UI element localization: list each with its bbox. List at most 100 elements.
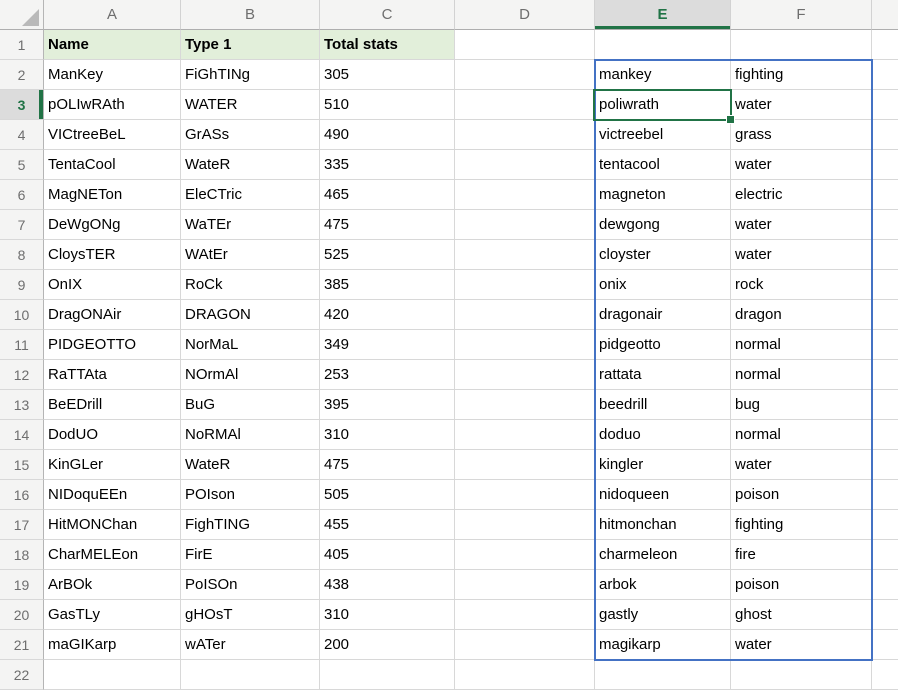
cell-D16[interactable] [455, 480, 595, 510]
cell-B11[interactable]: NorMaL [181, 330, 320, 360]
cell-F9[interactable]: rock [731, 270, 872, 300]
cell-F17[interactable]: fighting [731, 510, 872, 540]
cell-A22[interactable] [44, 660, 181, 690]
cell-D19[interactable] [455, 570, 595, 600]
row-header-22[interactable]: 22 [0, 660, 44, 690]
cell-A19[interactable]: ArBOk [44, 570, 181, 600]
cell-A11[interactable]: PIDGEOTTO [44, 330, 181, 360]
row-header-7[interactable]: 7 [0, 210, 44, 240]
cell-E21[interactable]: magikarp [595, 630, 731, 660]
cell-C8[interactable]: 525 [320, 240, 455, 270]
cell-F16[interactable]: poison [731, 480, 872, 510]
cell-F5[interactable]: water [731, 150, 872, 180]
cell-D11[interactable] [455, 330, 595, 360]
column-header-a[interactable]: A [44, 0, 181, 30]
active-cell-border[interactable] [593, 89, 732, 121]
cell-D20[interactable] [455, 600, 595, 630]
cell-A1[interactable]: Name [44, 30, 181, 60]
row-header-17[interactable]: 17 [0, 510, 44, 540]
cell-B14[interactable]: NoRMAl [181, 420, 320, 450]
cell-F1[interactable] [731, 30, 872, 60]
cell-F12[interactable]: normal [731, 360, 872, 390]
cell-D5[interactable] [455, 150, 595, 180]
cell-C16[interactable]: 505 [320, 480, 455, 510]
cell-B9[interactable]: RoCk [181, 270, 320, 300]
row-header-8[interactable]: 8 [0, 240, 44, 270]
cell-C15[interactable]: 475 [320, 450, 455, 480]
cell-D2[interactable] [455, 60, 595, 90]
cell-F13[interactable]: bug [731, 390, 872, 420]
column-header-d[interactable]: D [455, 0, 595, 30]
cell-E5[interactable]: tentacool [595, 150, 731, 180]
cell-F15[interactable]: water [731, 450, 872, 480]
cell-B2[interactable]: FiGhTINg [181, 60, 320, 90]
cell-A16[interactable]: NIDoquEEn [44, 480, 181, 510]
cell-A10[interactable]: DragONAir [44, 300, 181, 330]
cell-A3[interactable]: pOLIwRAth [44, 90, 181, 120]
cell-B15[interactable]: WateR [181, 450, 320, 480]
cell-C20[interactable]: 310 [320, 600, 455, 630]
cell-A9[interactable]: OnIX [44, 270, 181, 300]
cell-E2[interactable]: mankey [595, 60, 731, 90]
row-header-19[interactable]: 19 [0, 570, 44, 600]
cell-A15[interactable]: KinGLer [44, 450, 181, 480]
cell-D7[interactable] [455, 210, 595, 240]
cell-D22[interactable] [455, 660, 595, 690]
cell-F18[interactable]: fire [731, 540, 872, 570]
cell-D18[interactable] [455, 540, 595, 570]
cell-E15[interactable]: kingler [595, 450, 731, 480]
column-header-b[interactable]: B [181, 0, 320, 30]
cell-A2[interactable]: ManKey [44, 60, 181, 90]
cell-C2[interactable]: 305 [320, 60, 455, 90]
cell-B8[interactable]: WAtEr [181, 240, 320, 270]
cell-C14[interactable]: 310 [320, 420, 455, 450]
cell-A14[interactable]: DodUO [44, 420, 181, 450]
cell-E1[interactable] [595, 30, 731, 60]
cell-C9[interactable]: 385 [320, 270, 455, 300]
cell-E10[interactable]: dragonair [595, 300, 731, 330]
column-header-e[interactable]: E [595, 0, 731, 30]
cell-E11[interactable]: pidgeotto [595, 330, 731, 360]
cell-C17[interactable]: 455 [320, 510, 455, 540]
row-header-12[interactable]: 12 [0, 360, 44, 390]
cell-B13[interactable]: BuG [181, 390, 320, 420]
cell-A12[interactable]: RaTTAta [44, 360, 181, 390]
column-header-c[interactable]: C [320, 0, 455, 30]
cell-C10[interactable]: 420 [320, 300, 455, 330]
row-header-15[interactable]: 15 [0, 450, 44, 480]
cell-B1[interactable]: Type 1 [181, 30, 320, 60]
cell-D14[interactable] [455, 420, 595, 450]
cell-F19[interactable]: poison [731, 570, 872, 600]
row-header-13[interactable]: 13 [0, 390, 44, 420]
cell-B19[interactable]: PoISOn [181, 570, 320, 600]
cell-D13[interactable] [455, 390, 595, 420]
row-header-20[interactable]: 20 [0, 600, 44, 630]
cell-E18[interactable]: charmeleon [595, 540, 731, 570]
cell-A18[interactable]: CharMELEon [44, 540, 181, 570]
cell-C19[interactable]: 438 [320, 570, 455, 600]
cell-E14[interactable]: doduo [595, 420, 731, 450]
cell-F4[interactable]: grass [731, 120, 872, 150]
cell-F20[interactable]: ghost [731, 600, 872, 630]
row-header-4[interactable]: 4 [0, 120, 44, 150]
cell-B21[interactable]: wATer [181, 630, 320, 660]
cell-E22[interactable] [595, 660, 731, 690]
cell-B10[interactable]: DRAGON [181, 300, 320, 330]
cell-E13[interactable]: beedrill [595, 390, 731, 420]
cell-F6[interactable]: electric [731, 180, 872, 210]
row-header-14[interactable]: 14 [0, 420, 44, 450]
cell-B17[interactable]: FighTING [181, 510, 320, 540]
cell-B12[interactable]: NOrmAl [181, 360, 320, 390]
cell-F14[interactable]: normal [731, 420, 872, 450]
cell-C1[interactable]: Total stats [320, 30, 455, 60]
cell-A13[interactable]: BeEDrill [44, 390, 181, 420]
cell-B6[interactable]: EleCTric [181, 180, 320, 210]
cell-D17[interactable] [455, 510, 595, 540]
row-header-18[interactable]: 18 [0, 540, 44, 570]
cell-A5[interactable]: TentaCool [44, 150, 181, 180]
cell-A4[interactable]: VICtreeBeL [44, 120, 181, 150]
cell-A17[interactable]: HitMONChan [44, 510, 181, 540]
cell-C13[interactable]: 395 [320, 390, 455, 420]
row-header-9[interactable]: 9 [0, 270, 44, 300]
cell-A6[interactable]: MagNETon [44, 180, 181, 210]
